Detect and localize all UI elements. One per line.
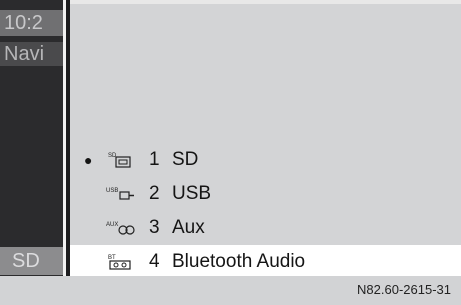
menu-item-usb[interactable]: USB 2 USB <box>70 177 461 211</box>
active-bullet-icon: ● <box>84 152 93 168</box>
svg-text:AUX: AUX <box>106 222 118 228</box>
menu-item-number: 4 <box>149 251 160 272</box>
menu-item-number: 2 <box>149 183 160 204</box>
svg-text:USB: USB <box>106 188 118 194</box>
menu-item-label: Aux <box>172 217 205 238</box>
source-menu: ● SD 1 SD USB 2 USB AUX 3 Aux BT 4 Bluet… <box>70 143 461 278</box>
figure-reference: N82.60-2615-31 <box>357 282 451 297</box>
menu-item-number: 3 <box>149 217 160 238</box>
menu-item-label: Bluetooth Audio <box>172 251 306 272</box>
clock-readout: 10:2 <box>0 10 63 36</box>
svg-text:BT: BT <box>108 255 116 261</box>
active-source-tab[interactable]: SD <box>0 247 65 275</box>
bluetooth-audio-icon: BT <box>106 253 136 271</box>
navi-tab[interactable]: Navi <box>0 42 63 66</box>
usb-icon: USB <box>106 185 136 203</box>
menu-item-label: SD <box>172 149 199 170</box>
menu-item-number: 1 <box>149 149 160 170</box>
menu-item-aux[interactable]: AUX 3 Aux <box>70 211 461 245</box>
menu-item-bluetooth-audio[interactable]: BT 4 Bluetooth Audio <box>70 245 461 278</box>
menu-item-label: USB <box>172 183 212 204</box>
aux-icon: AUX <box>106 219 136 237</box>
panel-top-edge <box>70 0 461 4</box>
sd-card-icon: SD <box>106 151 136 169</box>
menu-item-sd[interactable]: ● SD 1 SD <box>70 143 461 177</box>
left-sidebar: 10:2 Navi SD <box>0 0 67 276</box>
